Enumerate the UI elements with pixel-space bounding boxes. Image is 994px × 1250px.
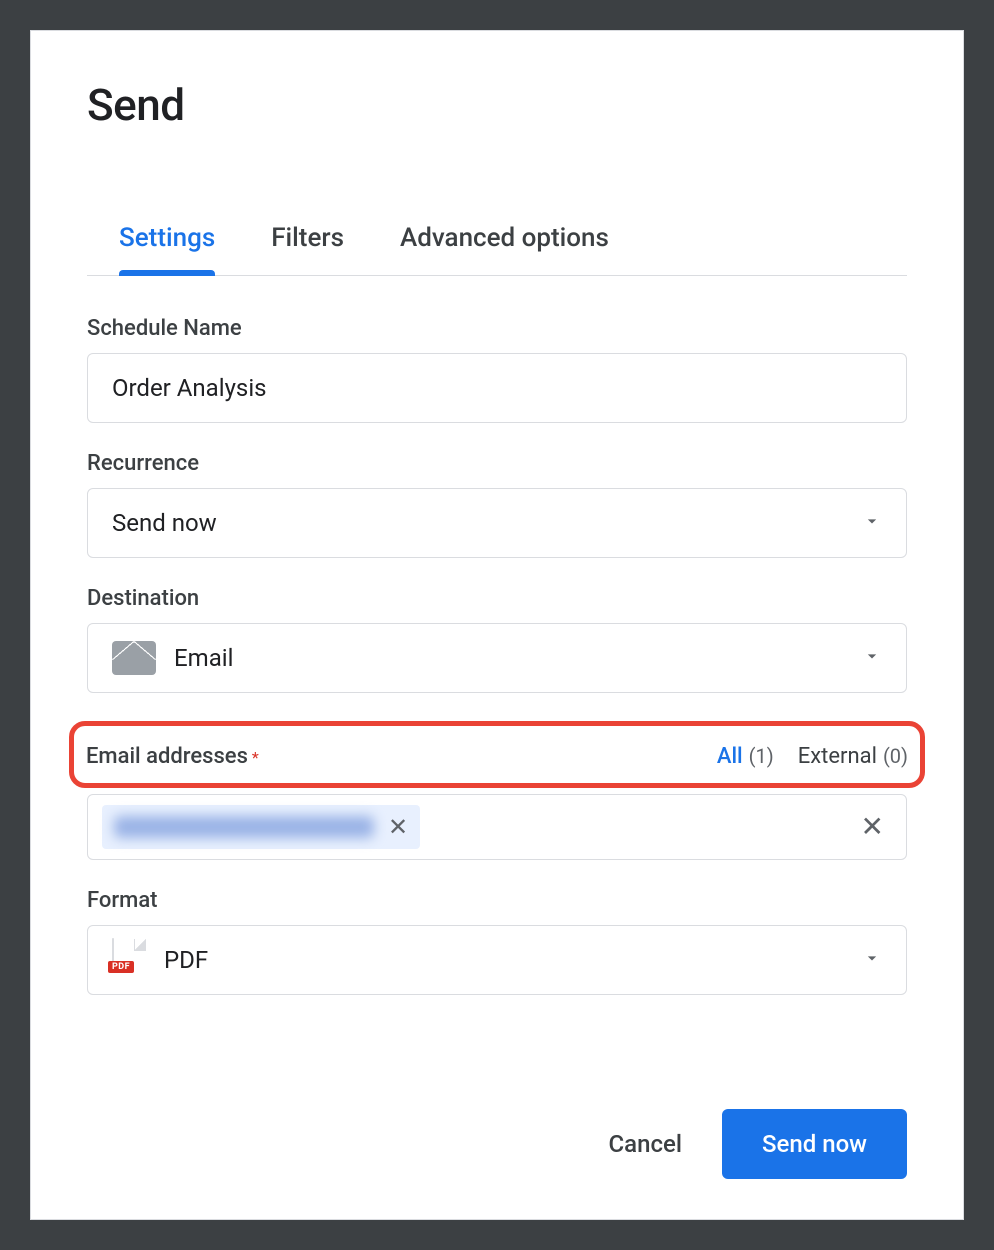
clear-all-icon[interactable]: ✕	[861, 813, 884, 841]
destination-group: Destination Email	[87, 586, 907, 693]
format-value: PDF	[164, 946, 208, 974]
email-filter-all[interactable]: All (1)	[717, 744, 774, 769]
email-addresses-highlight: Email addresses * All (1) External (0)	[69, 721, 925, 788]
destination-select[interactable]: Email	[87, 623, 907, 693]
caret-down-icon	[862, 644, 882, 672]
pdf-icon: PDF	[112, 939, 146, 981]
caret-down-icon	[862, 946, 882, 974]
schedule-name-input[interactable]	[87, 353, 907, 423]
destination-value: Email	[174, 644, 233, 672]
recurrence-group: Recurrence Send now	[87, 451, 907, 558]
recurrence-select[interactable]: Send now	[87, 488, 907, 558]
send-now-button[interactable]: Send now	[722, 1109, 907, 1179]
tabs: Settings Filters Advanced options	[87, 223, 907, 276]
remove-chip-icon[interactable]: ✕	[388, 815, 408, 839]
tab-settings[interactable]: Settings	[119, 223, 215, 275]
email-icon	[112, 641, 156, 675]
required-indicator: *	[252, 748, 259, 767]
all-label: All	[717, 744, 743, 769]
external-label: External	[798, 744, 877, 769]
email-addresses-input[interactable]: ✕ ✕	[87, 794, 907, 860]
caret-down-icon	[862, 509, 882, 537]
cancel-button[interactable]: Cancel	[609, 1130, 682, 1158]
format-group: Format PDF PDF	[87, 888, 907, 995]
dialog-footer: Cancel Send now	[87, 1079, 907, 1179]
external-count: (0)	[883, 744, 908, 768]
email-chip-text	[114, 816, 374, 838]
send-dialog: Send Settings Filters Advanced options S…	[30, 30, 964, 1220]
tab-filters[interactable]: Filters	[271, 223, 344, 275]
tab-advanced-options[interactable]: Advanced options	[400, 223, 609, 275]
schedule-name-group: Schedule Name	[87, 316, 907, 423]
email-filter-external[interactable]: External (0)	[798, 744, 908, 769]
destination-label: Destination	[87, 586, 907, 611]
format-select[interactable]: PDF PDF	[87, 925, 907, 995]
email-addresses-label-wrap: Email addresses *	[86, 744, 259, 769]
email-counts: All (1) External (0)	[717, 744, 908, 769]
email-addresses-label: Email addresses	[86, 744, 248, 769]
dialog-title: Send	[87, 79, 907, 131]
schedule-name-label: Schedule Name	[87, 316, 907, 341]
email-chip: ✕	[102, 805, 420, 849]
recurrence-value: Send now	[112, 509, 217, 537]
all-count: (1)	[749, 744, 774, 768]
format-label: Format	[87, 888, 907, 913]
recurrence-label: Recurrence	[87, 451, 907, 476]
